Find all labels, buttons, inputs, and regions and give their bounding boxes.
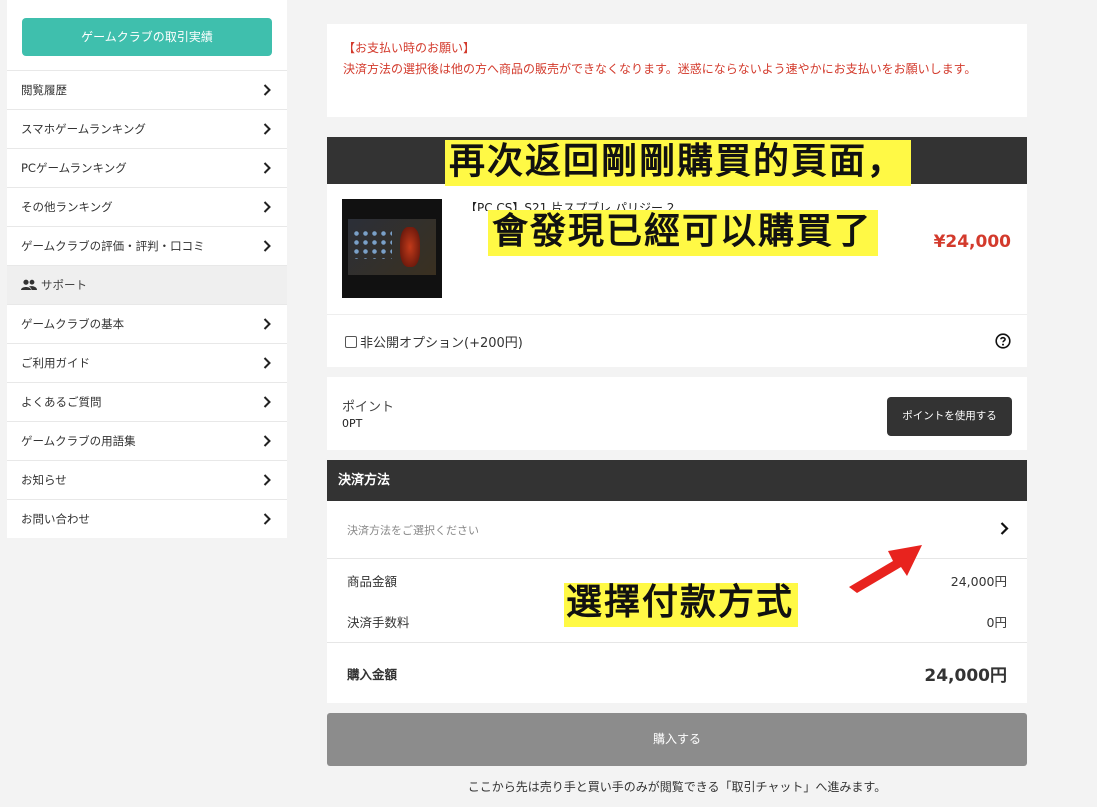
sidebar-item-contact[interactable]: お問い合わせ — [7, 499, 287, 538]
sidebar-item-faq[interactable]: よくあるご質問 — [7, 382, 287, 421]
total-label: 購入金額 — [347, 666, 398, 682]
sidebar-item-label: PCゲームランキング — [21, 161, 127, 175]
sidebar-menu: 閲覧履歴 スマホゲームランキング PCゲームランキング その他ランキング ゲーム… — [7, 70, 287, 538]
notice-body: 決済方法の選択後は他の方へ商品の販売ができなくなります。迷惑にならないよう速やか… — [343, 62, 977, 76]
sidebar-item-reviews[interactable]: ゲームクラブの評価・評判・口コミ — [7, 226, 287, 265]
sidebar-item-label: 閲覧履歴 — [21, 83, 67, 97]
chevron-right-icon — [261, 318, 273, 330]
trade-record-button[interactable]: ゲームクラブの取引実績 — [22, 18, 272, 56]
sidebar-item-mobile-ranking[interactable]: スマホゲームランキング — [7, 109, 287, 148]
payment-method-placeholder: 決済方法をご選択ください — [347, 523, 479, 537]
sidebar-item-label: お問い合わせ — [21, 512, 90, 526]
sidebar-item-history[interactable]: 閲覧履歴 — [7, 70, 287, 109]
sidebar-item-label: その他ランキング — [21, 200, 113, 214]
subtotal-value: 24,000円 — [950, 573, 1007, 589]
total-value: 24,000円 — [924, 665, 1007, 686]
annotation-caption-return: 再次返回剛剛購買的頁面， — [445, 140, 912, 186]
sidebar-item-other-ranking[interactable]: その他ランキング — [7, 187, 287, 226]
sidebar-item-label: ゲームクラブの評価・評判・口コミ — [21, 239, 205, 253]
sidebar-item-label: よくあるご質問 — [21, 395, 102, 409]
chevron-right-icon — [261, 123, 273, 135]
help-icon[interactable] — [995, 333, 1011, 349]
use-points-button[interactable]: ポイントを使用する — [887, 397, 1012, 436]
thumbnail-figure — [400, 227, 420, 267]
total-row: 購入金額 24,000円 — [327, 643, 1027, 703]
sidebar-item-label: ご利用ガイド — [21, 356, 90, 370]
sidebar: ゲームクラブの取引実績 閲覧履歴 スマホゲームランキング PCゲームランキング … — [7, 0, 287, 538]
subtotal-label: 商品金額 — [347, 573, 398, 589]
points-label: ポイント — [342, 400, 395, 415]
chevron-right-icon — [261, 201, 273, 213]
chevron-right-icon — [261, 240, 273, 252]
sidebar-item-label: お知らせ — [21, 473, 67, 487]
chevron-right-icon — [261, 162, 273, 174]
chevron-right-icon — [1000, 520, 1009, 539]
chevron-right-icon — [261, 396, 273, 408]
annotation-caption-choose-payment: 選擇付款方式 — [564, 583, 799, 627]
sidebar-item-glossary[interactable]: ゲームクラブの用語集 — [7, 421, 287, 460]
payment-method-header: 決済方法 — [327, 460, 1027, 501]
sidebar-item-news[interactable]: お知らせ — [7, 460, 287, 499]
sidebar-section-support: サポート — [7, 265, 287, 304]
sidebar-item-guide[interactable]: ご利用ガイド — [7, 343, 287, 382]
annotation-arrow-icon — [845, 543, 925, 599]
chevron-right-icon — [261, 513, 273, 525]
product-price: ¥24,000 — [933, 232, 1011, 252]
notice-title: 【お支払い時のお願い】 — [343, 41, 476, 55]
sidebar-item-label: ゲームクラブの用語集 — [21, 434, 136, 448]
chevron-right-icon — [261, 474, 273, 486]
private-option-checkbox[interactable] — [345, 335, 357, 348]
sidebar-item-basics[interactable]: ゲームクラブの基本 — [7, 304, 287, 343]
sidebar-item-label: ゲームクラブの基本 — [21, 317, 125, 331]
chevron-right-icon — [261, 357, 273, 369]
people-icon — [21, 279, 37, 291]
chevron-right-icon — [261, 84, 273, 96]
points-section: ポイント 0PT ポイントを使用する — [327, 377, 1027, 450]
points-value: 0PT — [342, 417, 363, 430]
trade-chat-note: ここから先は売り手と買い手のみが閲覧できる「取引チャット」へ進みます。 — [467, 780, 887, 794]
thumbnail-detail — [352, 229, 392, 259]
product-thumbnail[interactable] — [342, 199, 442, 298]
fee-label: 決済手数料 — [347, 615, 410, 630]
purchase-button[interactable]: 購入する — [327, 713, 1027, 766]
fee-value: 0円 — [986, 615, 1007, 630]
sidebar-section-label: サポート — [41, 278, 87, 292]
private-option-row: 非公開オプション(+200円) — [327, 314, 1027, 367]
sidebar-item-label: スマホゲームランキング — [21, 122, 146, 136]
payment-notice: 【お支払い時のお願い】 決済方法の選択後は他の方へ商品の販売ができなくなります。… — [327, 24, 1027, 117]
annotation-caption-can-buy: 會發現已經可以購買了 — [488, 210, 879, 256]
chevron-right-icon — [261, 435, 273, 447]
private-option-label: 非公開オプション(+200円) — [360, 335, 523, 351]
sidebar-item-pc-ranking[interactable]: PCゲームランキング — [7, 148, 287, 187]
private-option[interactable]: 非公開オプション(+200円) — [345, 332, 523, 351]
